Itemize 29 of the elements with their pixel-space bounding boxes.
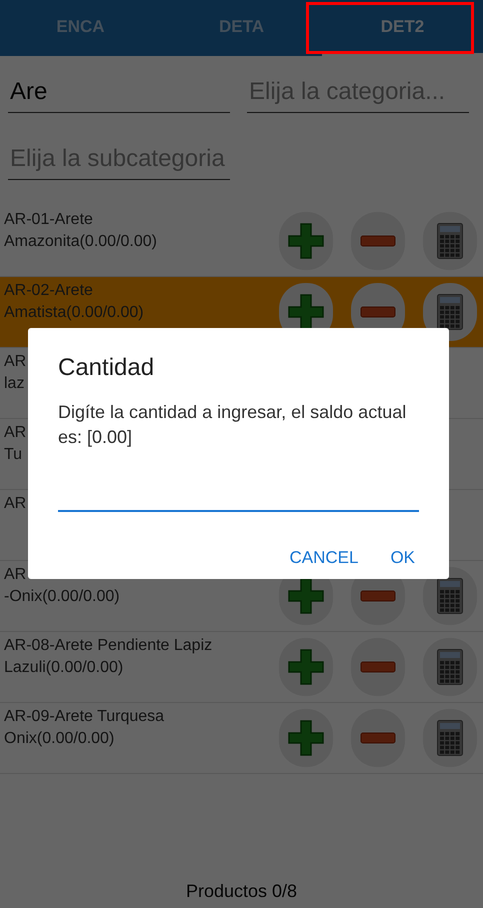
product-name: AR-01-Arete Amazonita(0.00/0.00) — [4, 210, 157, 252]
search-field[interactable]: Are — [8, 74, 230, 113]
calculator-icon — [437, 720, 463, 756]
product-name: AR-08-Arete Pendiente Lapiz Lazuli(0.00/0.00) — [4, 636, 212, 678]
minus-icon — [360, 661, 396, 673]
calculator-icon — [437, 649, 463, 685]
product-name: AR — [4, 494, 26, 514]
calculator-icon — [437, 578, 463, 614]
tab[interactable]: DET2 — [322, 0, 483, 56]
calculator-button[interactable] — [423, 567, 477, 625]
minus-icon — [360, 235, 396, 247]
plus-icon — [287, 222, 325, 260]
calculator-icon — [437, 223, 463, 259]
minus-icon — [360, 590, 396, 602]
dialog-title: Cantidad — [58, 354, 156, 382]
minus-icon — [360, 732, 396, 744]
minus-icon — [360, 306, 396, 318]
calculator-icon — [437, 294, 463, 330]
product-name: AR laz — [4, 352, 26, 394]
plus-icon — [287, 719, 325, 757]
plus-icon — [287, 293, 325, 331]
dialog-message: Digíte la cantidad a ingresar, el saldo actual es: [0.00] — [58, 401, 408, 449]
plus-icon — [287, 577, 325, 615]
product-name: AR -Onix(0.00/0.00) — [4, 565, 120, 607]
product-name: AR Tu — [4, 423, 26, 465]
product-name: AR-02-Arete Amatista(0.00/0.00) — [4, 281, 144, 323]
plus-icon — [287, 648, 325, 686]
product-count: Productos 0/8 — [184, 881, 298, 902]
product-name: AR-09-Arete Turquesa Onix(0.00/0.00) — [4, 707, 164, 749]
